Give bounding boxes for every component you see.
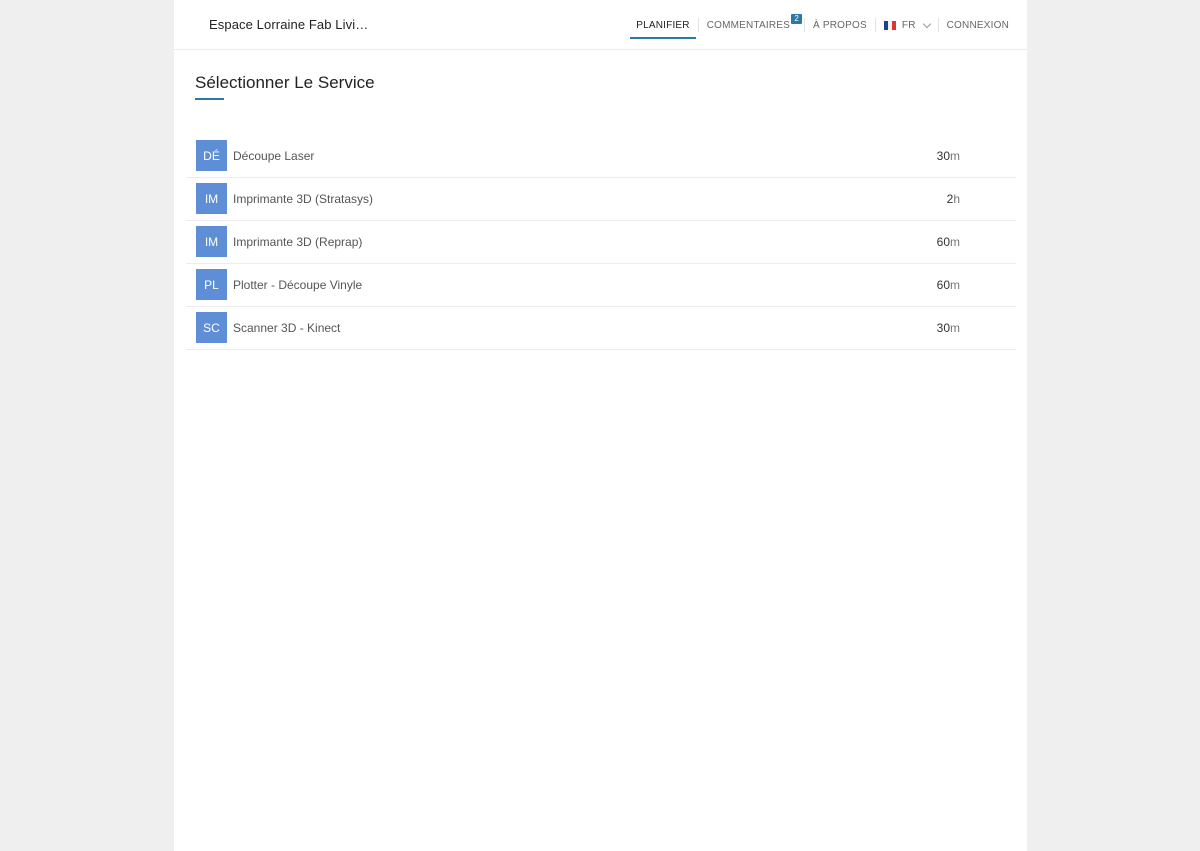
duration-value: 60: [936, 235, 950, 249]
nav-connexion-label: CONNEXION: [946, 19, 1009, 31]
duration-unit: h: [953, 192, 960, 206]
comments-count-badge: 2: [791, 14, 803, 24]
service-avatar: IM: [196, 226, 227, 257]
page-container: Espace Lorraine Fab Livi… PLANIFIER COMM…: [174, 0, 1027, 851]
duration-unit: m: [950, 278, 960, 292]
service-avatar: SC: [196, 312, 227, 343]
nav-commentaires-label: COMMENTAIRES: [706, 19, 791, 31]
nav-divider: [937, 18, 939, 32]
duration-value: 60: [936, 278, 950, 292]
language-selector[interactable]: FR: [878, 0, 936, 50]
service-item[interactable]: IM Imprimante 3D (Reprap) 60m: [186, 221, 1016, 264]
duration-value: 30: [936, 149, 950, 163]
service-list: DÉ Découpe Laser 30m IM Imprimante 3D (S…: [186, 135, 1016, 350]
chevron-down-icon: [922, 19, 931, 28]
service-name: Découpe Laser: [233, 149, 315, 163]
service-item[interactable]: PL Plotter - Découpe Vinyle 60m: [186, 264, 1016, 307]
service-avatar: DÉ: [196, 140, 227, 171]
page-title: Sélectionner Le Service: [195, 73, 375, 92]
nav-planifier[interactable]: PLANIFIER: [630, 0, 697, 50]
nav-divider: [874, 18, 876, 32]
nav-planifier-label: PLANIFIER: [636, 19, 690, 31]
service-name: Scanner 3D - Kinect: [233, 321, 341, 335]
service-duration: 30m: [937, 149, 960, 163]
nav-divider: [697, 18, 699, 32]
service-duration: 2h: [947, 192, 960, 206]
main-nav: PLANIFIER COMMENTAIRES 2 À PROPOS FR CON…: [630, 0, 1015, 50]
duration-value: 30: [936, 321, 950, 335]
language-label: FR: [901, 19, 916, 31]
brand-name[interactable]: Espace Lorraine Fab Livi…: [209, 17, 368, 32]
service-item[interactable]: SC Scanner 3D - Kinect 30m: [186, 307, 1016, 350]
service-name: Imprimante 3D (Reprap): [233, 235, 363, 249]
service-duration: 60m: [937, 235, 960, 249]
france-flag-icon: [883, 20, 896, 30]
nav-divider: [804, 18, 806, 32]
nav-apropos-label: À PROPOS: [813, 19, 867, 31]
service-duration: 60m: [937, 278, 960, 292]
duration-unit: m: [950, 149, 960, 163]
nav-commentaires[interactable]: COMMENTAIRES 2: [701, 0, 803, 50]
top-header: Espace Lorraine Fab Livi… PLANIFIER COMM…: [174, 0, 1027, 50]
service-duration: 30m: [937, 321, 960, 335]
duration-unit: m: [950, 321, 960, 335]
nav-apropos[interactable]: À PROPOS: [807, 0, 873, 50]
duration-unit: m: [950, 235, 960, 249]
title-underline: [195, 98, 224, 100]
nav-connexion[interactable]: CONNEXION: [941, 0, 1015, 50]
service-name: Imprimante 3D (Stratasys): [233, 192, 374, 206]
service-item[interactable]: IM Imprimante 3D (Stratasys) 2h: [186, 178, 1016, 221]
service-avatar: IM: [196, 183, 227, 214]
service-item[interactable]: DÉ Découpe Laser 30m: [186, 135, 1016, 178]
service-name: Plotter - Découpe Vinyle: [233, 278, 363, 292]
service-avatar: PL: [196, 269, 227, 300]
